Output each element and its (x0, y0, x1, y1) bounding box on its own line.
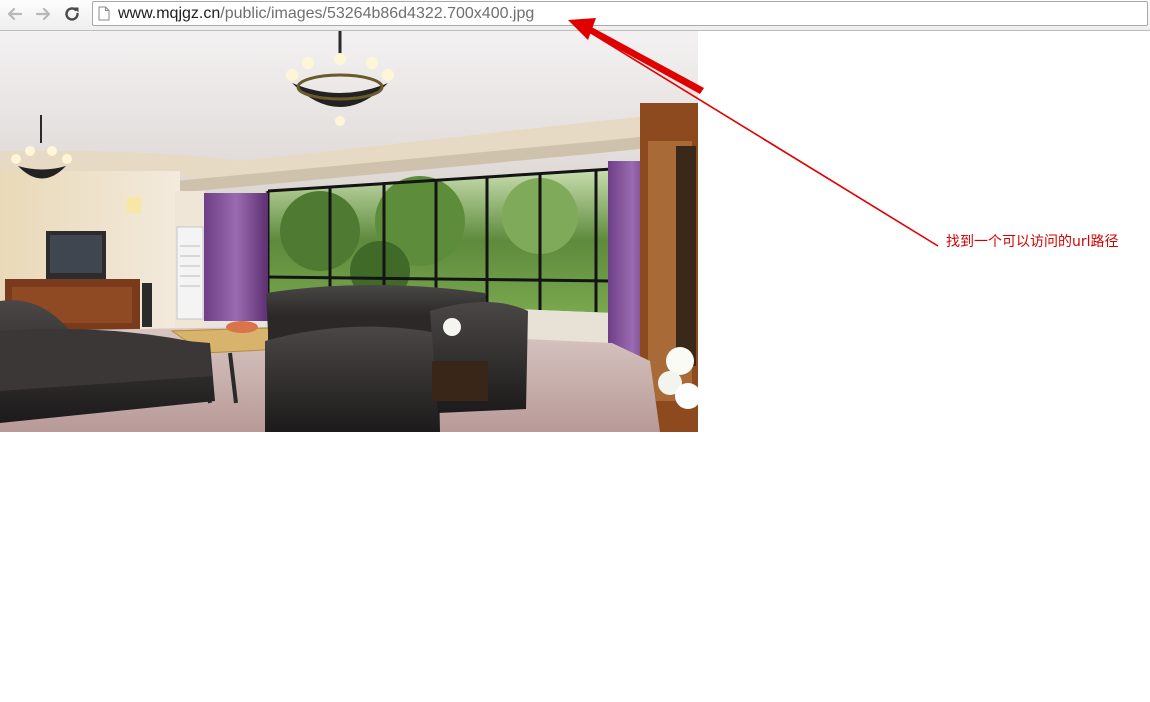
arrow-shaft (585, 29, 939, 247)
annotation-label: 找到一个可以访问的url路径 (946, 234, 1119, 250)
annotation-arrow (568, 18, 939, 247)
arrow-head (568, 18, 596, 40)
arrow-thick (584, 24, 704, 94)
